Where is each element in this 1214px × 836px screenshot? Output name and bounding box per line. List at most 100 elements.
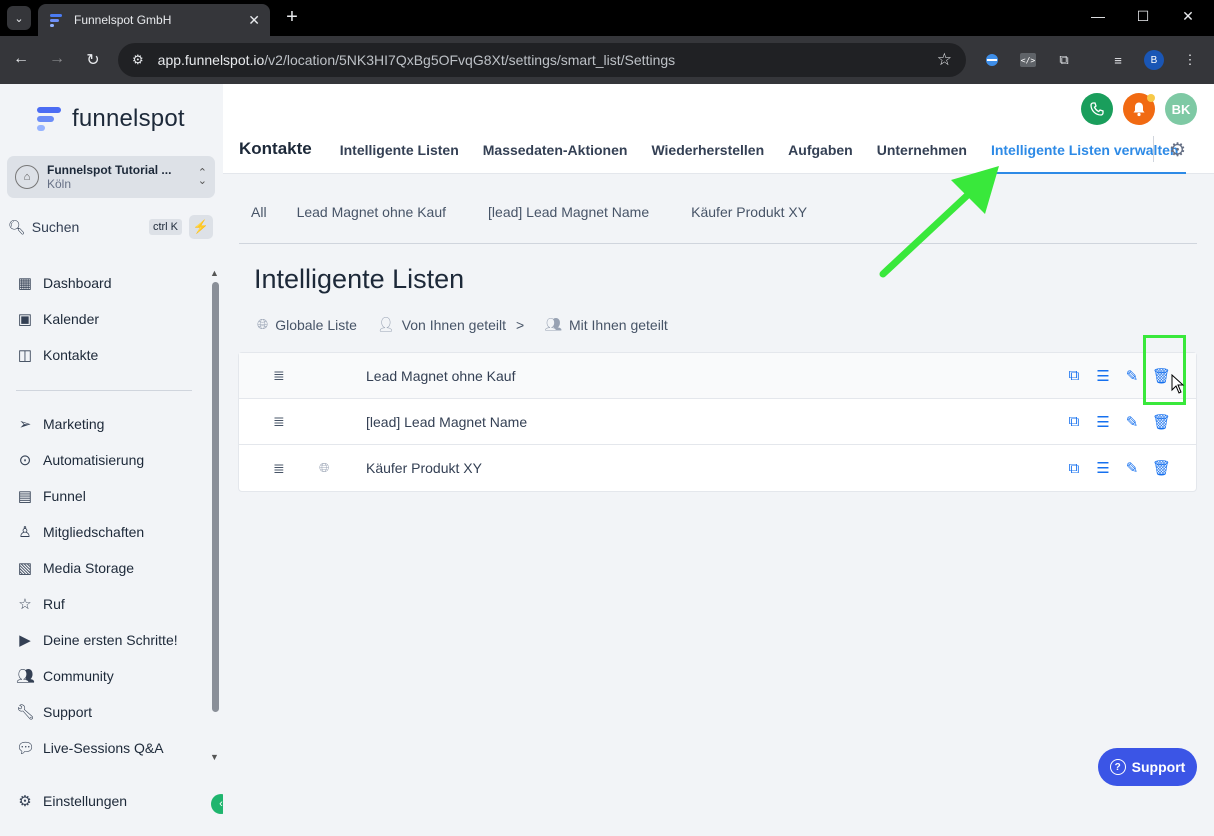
subtab-lead-magnet-ohne-kauf[interactable]: Lead Magnet ohne Kauf	[297, 204, 446, 243]
maximize-button[interactable]: ☐	[1133, 8, 1153, 25]
url-host: app.funnelspot.io	[157, 52, 265, 68]
sidebar-item-automatisierung[interactable]: ⊙ Automatisierung	[16, 449, 144, 471]
drag-handle-icon[interactable]: ≣	[273, 460, 285, 477]
forward-button[interactable]: →	[47, 50, 67, 68]
reading-list-icon[interactable]: ≡	[1108, 50, 1128, 70]
minimize-button[interactable]: —	[1088, 8, 1108, 24]
sidebar-item-ruf[interactable]: ☆ Ruf	[16, 593, 65, 615]
edit-pencil-icon[interactable]: ✎	[1123, 413, 1141, 431]
sidebar-item-label: Automatisierung	[43, 452, 145, 468]
window-close-button[interactable]: ✕	[1178, 8, 1198, 25]
filter-shared-with-you[interactable]: 👥︎ Mit Ihnen geteilt	[544, 316, 668, 333]
users-icon: 👥︎	[544, 316, 562, 332]
tab-unternehmen[interactable]: Unternehmen	[877, 142, 967, 158]
delete-trash-icon[interactable]: 🗑︎	[1152, 413, 1171, 431]
address-bar[interactable]: ⚙ app.funnelspot.io/v2/location/5NK3HI7Q…	[118, 43, 966, 77]
filter-label: Von Ihnen geteilt	[401, 316, 507, 333]
reload-button[interactable]: ↻	[83, 50, 103, 70]
list-row[interactable]: ≣ [lead] Lead Magnet Name ⧉ ☰ ✎ 🗑︎	[239, 399, 1196, 445]
notification-dot	[1147, 94, 1155, 102]
edit-pencil-icon[interactable]: ✎	[1123, 459, 1141, 477]
list-view-icon[interactable]: ☰	[1094, 459, 1112, 477]
list-view-icon[interactable]: ☰	[1094, 367, 1112, 385]
duplicate-icon[interactable]: ⧉	[1065, 460, 1083, 477]
sidebar-item-label: Einstellungen	[43, 793, 128, 809]
account-city: Köln	[47, 177, 72, 191]
subtab-lead-magnet-name[interactable]: [lead] Lead Magnet Name	[488, 204, 649, 243]
quick-action-bolt-icon[interactable]: ⚡	[189, 215, 213, 239]
automation-icon: ⊙	[18, 452, 32, 469]
tab-wiederherstellen[interactable]: Wiederherstellen	[651, 142, 764, 158]
browser-tab[interactable]: Funnelspot GmbH ✕	[38, 4, 270, 36]
sidebar-item-label: Dashboard	[43, 275, 112, 291]
chevron-updown-icon: ⌃ ⌄	[197, 167, 207, 187]
sidebar-item-mitgliedschaften[interactable]: ♙ Mitgliedschaften	[16, 521, 144, 543]
sidebar-item-einstellungen[interactable]: ⚙ Einstellungen	[16, 790, 127, 812]
tab-strip: ⌄ Funnelspot GmbH ✕ + — ☐ ✕	[0, 0, 1214, 36]
svg-text:</>: </>	[1021, 56, 1036, 65]
sidebar-item-marketing[interactable]: ➢ Marketing	[16, 413, 105, 435]
global-list-globe-icon: 🌐︎	[319, 460, 330, 475]
tab-aufgaben[interactable]: Aufgaben	[788, 142, 853, 158]
tab-search-button[interactable]: ⌄	[7, 6, 31, 30]
sidebar-item-kalender[interactable]: ▣ Kalender	[16, 308, 99, 330]
sidebar-search[interactable]: 🔍︎ Suchen ctrl K	[8, 214, 182, 240]
sidebar-scrollbar[interactable]	[212, 282, 219, 712]
account-name: Funnelspot Tutorial ...	[47, 163, 172, 177]
help-circle-icon: ?	[1109, 759, 1126, 775]
extension-icon[interactable]	[982, 50, 1002, 70]
duplicate-icon[interactable]: ⧉	[1065, 367, 1083, 384]
sidebar-item-funnel[interactable]: ▤ Funnel	[16, 485, 86, 507]
filter-global[interactable]: 🌐︎ Globale Liste	[257, 316, 357, 333]
account-switcher[interactable]: ⌂ Funnelspot Tutorial ... Köln ⌃ ⌄	[7, 156, 215, 198]
phone-button[interactable]	[1081, 93, 1113, 125]
bookmark-star-icon[interactable]: ☆	[937, 50, 952, 70]
duplicate-icon[interactable]: ⧉	[1065, 413, 1083, 430]
tabs-divider	[1153, 136, 1154, 162]
new-tab-button[interactable]: +	[282, 6, 302, 29]
sidebar-item-support[interactable]: 🔧︎ Support	[16, 701, 92, 723]
drag-handle-icon[interactable]: ≣	[273, 413, 285, 430]
edit-pencil-icon[interactable]: ✎	[1123, 367, 1141, 385]
support-button[interactable]: ? Support	[1098, 748, 1197, 786]
sidebar-item-dashboard[interactable]: ▦ Dashboard	[16, 272, 112, 294]
scroll-up-arrow[interactable]: ▲	[210, 268, 219, 278]
sidebar-item-deine-ersten-schritte[interactable]: ▶ Deine ersten Schritte!	[16, 629, 177, 651]
sidebar-item-live-sessions[interactable]: 💬︎ Live-Sessions Q&A	[16, 737, 164, 759]
browser-menu-icon[interactable]: ⋮	[1180, 50, 1200, 70]
sidebar-item-label: Kalender	[43, 311, 100, 327]
tab-close-icon[interactable]: ✕	[248, 12, 260, 29]
logo-mark-icon	[37, 107, 61, 131]
settings-gear-icon[interactable]: ⚙	[1169, 139, 1186, 162]
user-avatar[interactable]: BK	[1165, 93, 1197, 125]
profile-avatar[interactable]: B	[1144, 50, 1164, 70]
devtools-extension-icon[interactable]: </>	[1018, 50, 1038, 70]
list-view-icon[interactable]: ☰	[1094, 413, 1112, 431]
subtab-all[interactable]: All	[251, 204, 267, 243]
sidebar-item-label: Ruf	[43, 596, 65, 612]
tab-intelligente-listen[interactable]: Intelligente Listen	[340, 142, 459, 158]
sidebar-item-label: Media Storage	[43, 560, 135, 576]
extensions-puzzle-icon[interactable]: ⧉	[1054, 50, 1074, 70]
image-icon: ▧	[17, 560, 33, 577]
list-row[interactable]: ≣ Lead Magnet ohne Kauf ⧉ ☰ ✎ 🗑︎	[239, 353, 1196, 399]
site-info-icon[interactable]: ⚙	[132, 52, 144, 68]
filter-shared-by-you[interactable]: 👤︎ Von Ihnen geteilt >	[377, 316, 524, 333]
back-button[interactable]: ←	[11, 50, 31, 68]
smart-list-table: ≣ Lead Magnet ohne Kauf ⧉ ☰ ✎ 🗑︎ ≣ [lead…	[238, 352, 1197, 492]
sidebar-item-label: Mitgliedschaften	[43, 524, 145, 540]
sidebar-item-media-storage[interactable]: ▧ Media Storage	[16, 557, 134, 579]
subtab-kaeufer-produkt-xy[interactable]: Käufer Produkt XY	[691, 204, 807, 243]
list-row[interactable]: ≣ 🌐︎ Käufer Produkt XY ⧉ ☰ ✎ 🗑︎	[239, 445, 1196, 491]
delete-trash-icon[interactable]: 🗑︎	[1152, 459, 1171, 477]
scroll-down-arrow[interactable]: ▼	[210, 752, 219, 762]
page-tabs: Kontakte Intelligente Listen Massedaten-…	[239, 136, 1202, 174]
sidebar-item-community[interactable]: 👥︎ Community	[16, 665, 114, 687]
drag-handle-icon[interactable]: ≣	[273, 367, 285, 384]
settings-gear-icon: ⚙	[18, 793, 32, 810]
tab-massedaten-aktionen[interactable]: Massedaten-Aktionen	[483, 142, 628, 158]
page-title: Intelligente Listen	[254, 264, 465, 294]
sidebar-item-kontakte[interactable]: ◫ Kontakte	[16, 344, 98, 366]
funnelspot-logo[interactable]: funnelspot	[34, 104, 185, 134]
tab-intelligente-listen-verwalten[interactable]: Intelligente Listen verwalten	[982, 142, 1186, 174]
